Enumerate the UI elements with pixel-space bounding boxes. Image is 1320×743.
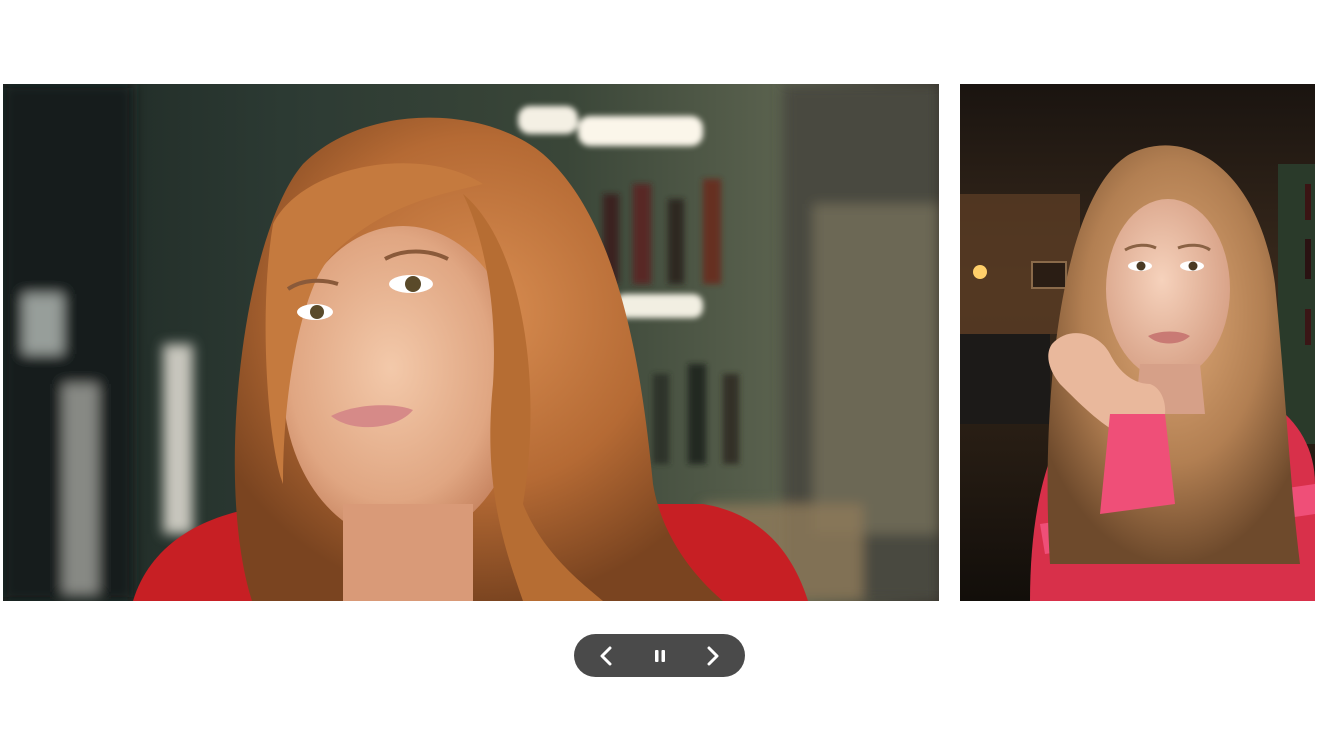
portrait-photo-closeup — [3, 84, 939, 601]
pause-icon — [653, 648, 667, 664]
carousel-controls — [574, 634, 745, 677]
carousel-slide-next[interactable] — [960, 84, 1315, 601]
chevron-left-icon — [599, 646, 613, 666]
previous-slide-button[interactable] — [584, 634, 628, 677]
portrait-photo-hand-on-chin — [960, 84, 1315, 601]
pause-button[interactable] — [638, 634, 682, 677]
next-slide-button[interactable] — [691, 634, 735, 677]
chevron-right-icon — [706, 646, 720, 666]
page — [0, 0, 1320, 743]
carousel-slide-current[interactable] — [3, 84, 939, 601]
image-carousel[interactable] — [0, 84, 1320, 601]
